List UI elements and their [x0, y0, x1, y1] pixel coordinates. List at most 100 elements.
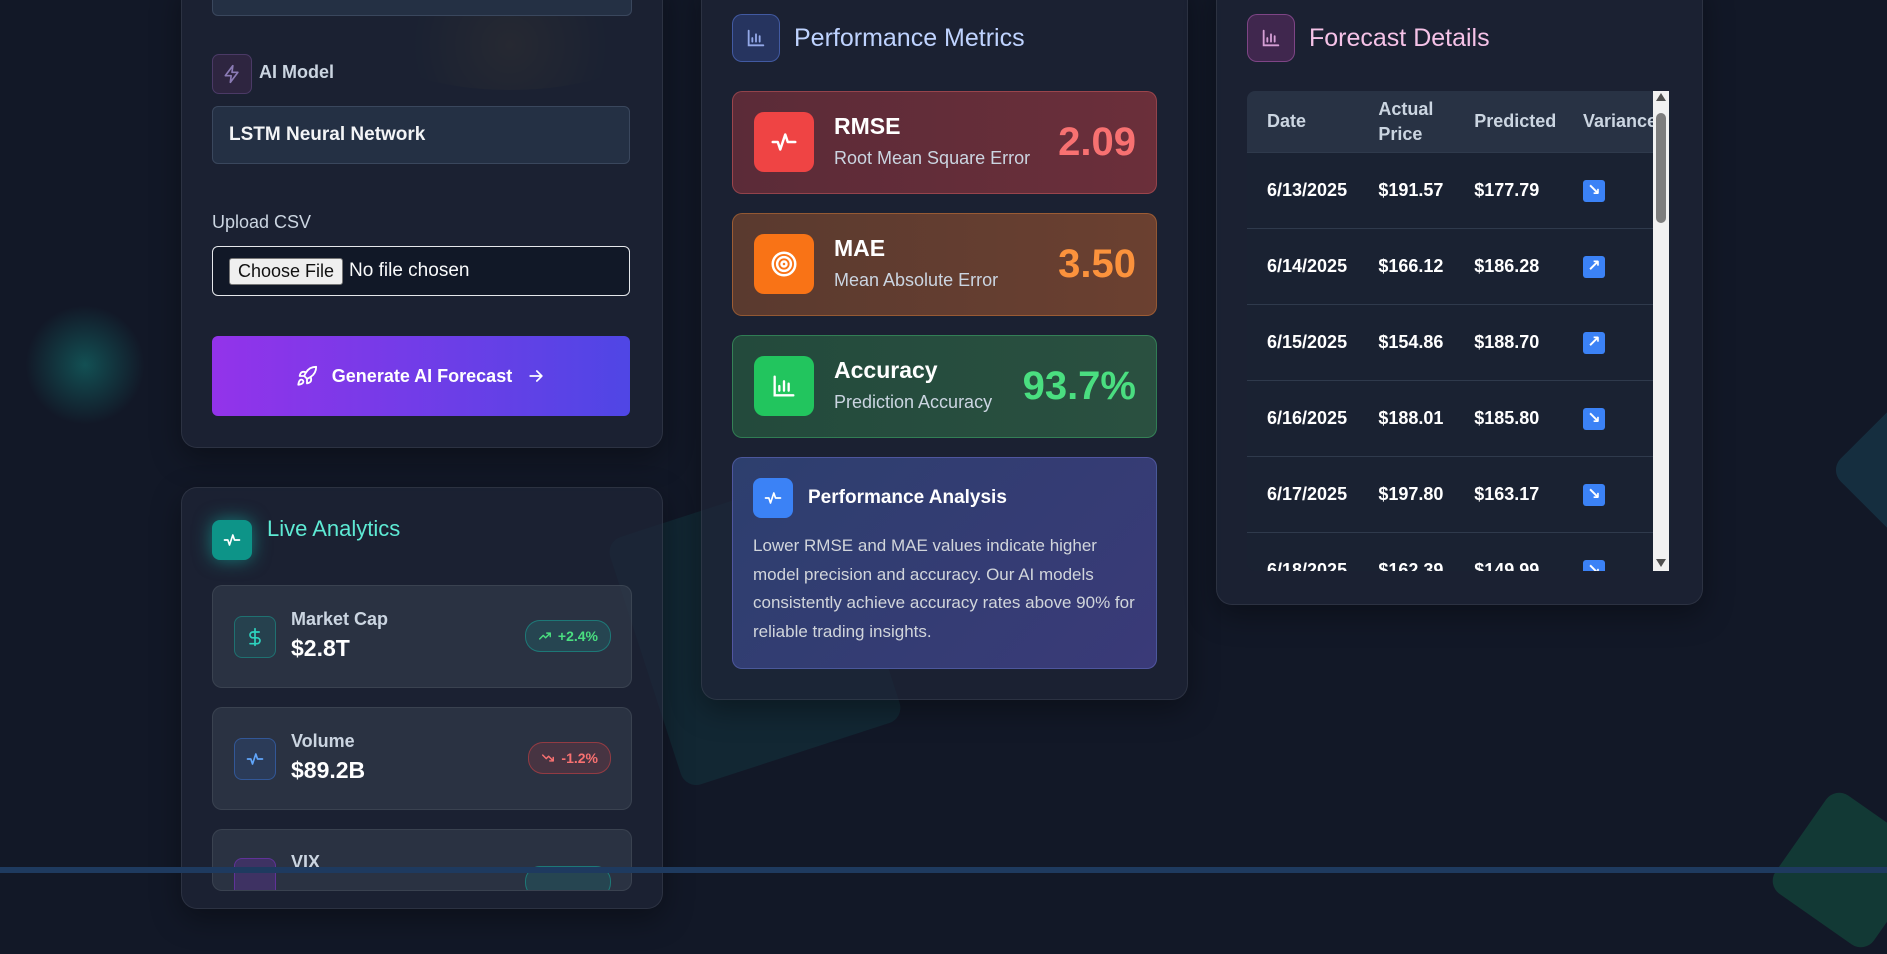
metric-name: Accuracy	[834, 357, 938, 383]
cell-date: 6/15/2025	[1247, 304, 1359, 381]
rocket-icon	[296, 365, 318, 387]
live-analytics-icon	[212, 520, 252, 560]
status-badge-down: -1.2%	[528, 742, 611, 774]
table-row: 6/16/2025 $188.01 $185.80 ↘	[1247, 380, 1657, 457]
performance-analysis-title: Performance Analysis	[808, 487, 1007, 508]
performance-analysis-text: Lower RMSE and MAE values indicate highe…	[753, 536, 1135, 641]
cell-date: 6/17/2025	[1247, 456, 1359, 533]
forecast-details-title: Forecast Details	[1309, 24, 1490, 52]
column-header-actual: Actual Price	[1358, 91, 1455, 153]
stat-value: $2.8T	[291, 635, 350, 661]
stat-label: Volume	[291, 731, 355, 751]
scrollbar-thumb[interactable]	[1656, 113, 1666, 223]
stat-label: Market Cap	[291, 609, 389, 629]
table-row: 6/15/2025 $154.86 $188.70 ↗	[1247, 304, 1657, 381]
ai-model-label: AI Model	[259, 62, 334, 82]
cell-variance: ↘	[1562, 152, 1657, 229]
metric-value: 93.7%	[1022, 364, 1136, 408]
cell-predicted: $185.80	[1454, 380, 1563, 457]
performance-analysis-card: Performance Analysis Lower RMSE and MAE …	[732, 457, 1157, 669]
cell-actual: $166.12	[1358, 228, 1455, 305]
arrow-up-right-icon: ↗	[1582, 256, 1605, 278]
gauge-icon	[234, 858, 276, 890]
arrow-down-right-icon: ↘	[1582, 484, 1605, 506]
stat-card-market-cap: Market Cap $2.8T +2.4%	[212, 585, 632, 688]
stat-change-value: -1.2%	[561, 750, 598, 766]
metric-description: Mean Absolute Error	[834, 270, 999, 290]
metric-card-rmse: RMSE Root Mean Square Error 2.09	[732, 91, 1157, 194]
column-header-variance: Variance	[1562, 91, 1657, 153]
metric-description: Root Mean Square Error	[834, 148, 1031, 168]
stat-card-volume: Volume $89.2B -1.2%	[212, 707, 632, 810]
cell-date: 6/18/2025	[1247, 532, 1359, 571]
table-scrollbar[interactable]	[1653, 91, 1669, 571]
pulse-icon	[754, 112, 814, 172]
arrow-up-right-icon: ↗	[1582, 332, 1605, 354]
bar-chart-icon	[1247, 14, 1295, 62]
activity-icon	[234, 738, 276, 780]
pulse-icon	[753, 478, 793, 518]
table-header-row: Date Actual Price Predicted Variance	[1247, 91, 1657, 153]
table-row: 6/13/2025 $191.57 $177.79 ↘	[1247, 152, 1657, 229]
target-icon	[754, 234, 814, 294]
cell-date: 6/16/2025	[1247, 380, 1359, 457]
file-status-text: No file chosen	[349, 260, 470, 281]
forecast-table[interactable]: Date Actual Price Predicted Variance 6/1…	[1247, 91, 1671, 571]
performance-metrics-title: Performance Metrics	[794, 24, 1025, 52]
choose-file-button[interactable]: Choose File	[229, 257, 344, 285]
column-header-predicted: Predicted	[1454, 91, 1563, 153]
cell-actual: $197.80	[1358, 456, 1455, 533]
cell-variance: ↗	[1562, 304, 1657, 381]
scroll-down-arrow-icon[interactable]	[1656, 559, 1666, 567]
generate-forecast-button[interactable]: Generate AI Forecast	[212, 336, 630, 416]
metric-value: 2.09	[1058, 120, 1136, 164]
cell-actual: $154.86	[1358, 304, 1455, 381]
live-analytics-title: Live Analytics	[267, 516, 401, 541]
top-input-edge	[212, 0, 632, 16]
status-badge-up: +2.4%	[524, 620, 611, 652]
ai-model-icon	[212, 54, 252, 94]
trending-down-icon	[542, 754, 555, 762]
dollar-icon	[234, 616, 276, 658]
cell-date: 6/13/2025	[1247, 152, 1359, 229]
arrow-down-right-icon: ↘	[1582, 408, 1605, 430]
table-row: 6/14/2025 $166.12 $186.28 ↗	[1247, 228, 1657, 305]
bottom-edge-bar	[0, 867, 1887, 873]
cell-actual: $188.01	[1358, 380, 1455, 457]
bar-chart-icon	[754, 356, 814, 416]
table-row: 6/17/2025 $197.80 $163.17 ↘	[1247, 456, 1657, 533]
background-glow-green	[25, 305, 145, 425]
cell-variance: ↘	[1562, 456, 1657, 533]
upload-csv-label: Upload CSV	[212, 212, 312, 232]
column-header-date: Date	[1247, 91, 1359, 153]
cell-actual: $191.57	[1358, 152, 1455, 229]
cell-actual: $162.39	[1358, 532, 1455, 571]
scroll-up-arrow-icon[interactable]	[1656, 93, 1666, 101]
background-tile-teal-right	[1829, 399, 1887, 541]
metric-value: 3.50	[1058, 242, 1136, 286]
metric-card-accuracy: Accuracy Prediction Accuracy 93.7%	[732, 335, 1157, 438]
cell-predicted: $163.17	[1454, 456, 1563, 533]
stat-card-vix: VIX	[212, 829, 632, 891]
ai-model-select[interactable]: LSTM Neural Network	[212, 106, 630, 164]
cell-variance: ↘	[1562, 380, 1657, 457]
metric-card-mae: MAE Mean Absolute Error 3.50	[732, 213, 1157, 316]
metric-description: Prediction Accuracy	[834, 392, 993, 412]
arrow-down-right-icon: ↘	[1582, 180, 1605, 202]
generate-forecast-label: Generate AI Forecast	[331, 365, 513, 386]
csv-file-input[interactable]: Choose File No file chosen	[212, 246, 630, 296]
metric-name: RMSE	[834, 113, 901, 139]
trending-up-icon	[538, 632, 551, 640]
table-row: 6/18/2025 $162.39 $149.99 ↘	[1247, 532, 1657, 571]
cell-predicted: $186.28	[1454, 228, 1563, 305]
cell-predicted: $188.70	[1454, 304, 1563, 381]
cell-variance: ↗	[1562, 228, 1657, 305]
metric-name: MAE	[834, 235, 886, 261]
cell-predicted: $149.99	[1454, 532, 1563, 571]
cell-variance: ↘	[1562, 532, 1657, 571]
stat-value: $89.2B	[291, 757, 366, 783]
cell-predicted: $177.79	[1454, 152, 1563, 229]
stat-change-value: +2.4%	[557, 628, 598, 644]
cell-date: 6/14/2025	[1247, 228, 1359, 305]
arrow-down-right-icon: ↘	[1582, 560, 1605, 571]
